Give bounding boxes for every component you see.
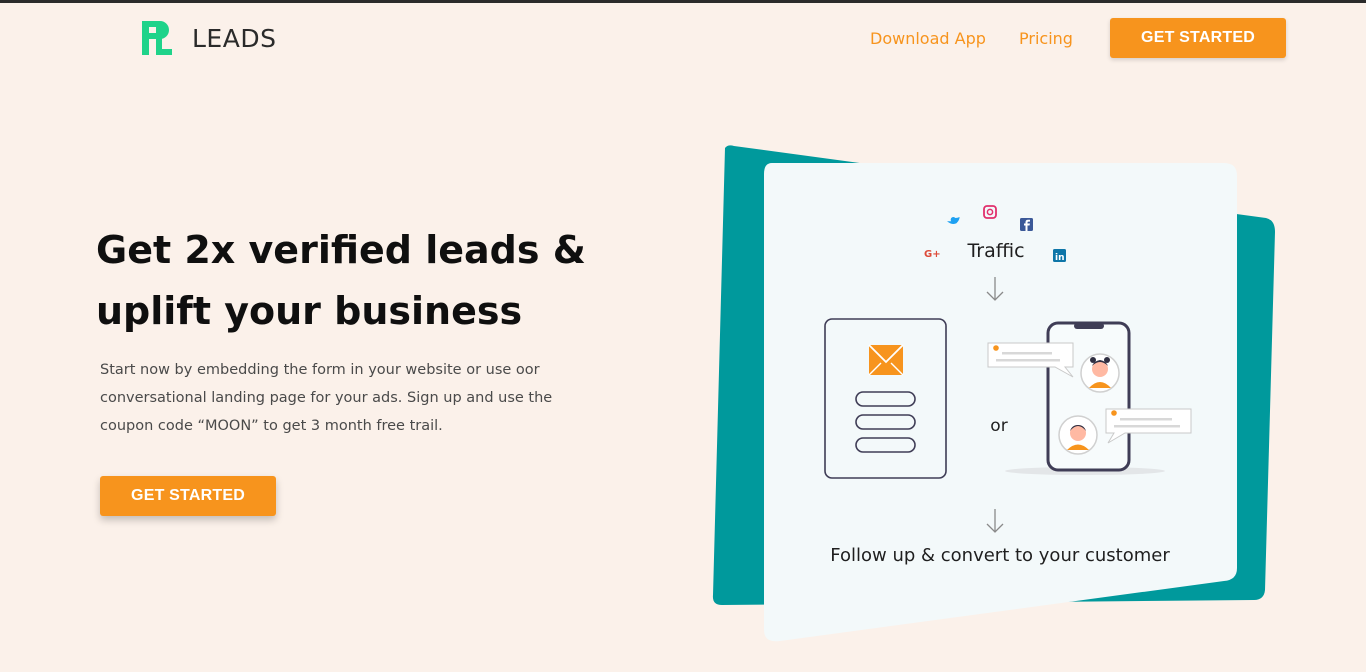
nav-download-app-link[interactable]: Download App <box>870 29 986 48</box>
linkedin-icon: in <box>1053 249 1066 263</box>
hero-get-started-button[interactable]: GET STARTED <box>100 476 276 516</box>
facebook-icon <box>1020 218 1033 231</box>
logo-text: LEADS <box>192 23 277 53</box>
hero-headline: Get 2x verified leads & uplift your busi… <box>96 220 616 342</box>
hero-illustration: G+ in Traffic or Follow up & convert to … <box>712 145 1275 642</box>
logo-mark-icon <box>142 21 172 55</box>
hero-description: Start now by embedding the form in your … <box>100 362 553 434</box>
logo[interactable]: LEADS <box>140 19 276 57</box>
svg-text:G+: G+ <box>924 249 941 260</box>
traffic-label: Traffic <box>966 240 1024 262</box>
nav-pricing-link[interactable]: Pricing <box>1019 29 1073 48</box>
navbar: LEADS Download App Pricing GET STARTED <box>0 3 1366 73</box>
google-plus-icon: G+ <box>924 249 941 260</box>
svg-text:in: in <box>1055 253 1065 263</box>
hero-headline-line2: uplift your business <box>96 289 523 333</box>
or-label: or <box>990 416 1007 436</box>
mail-icon <box>868 344 904 376</box>
hero-headline-line1: Get 2x verified leads & <box>96 228 586 272</box>
nav-get-started-button[interactable]: GET STARTED <box>1110 18 1286 58</box>
follow-up-label: Follow up & convert to your customer <box>830 545 1170 566</box>
form-card <box>824 318 947 479</box>
